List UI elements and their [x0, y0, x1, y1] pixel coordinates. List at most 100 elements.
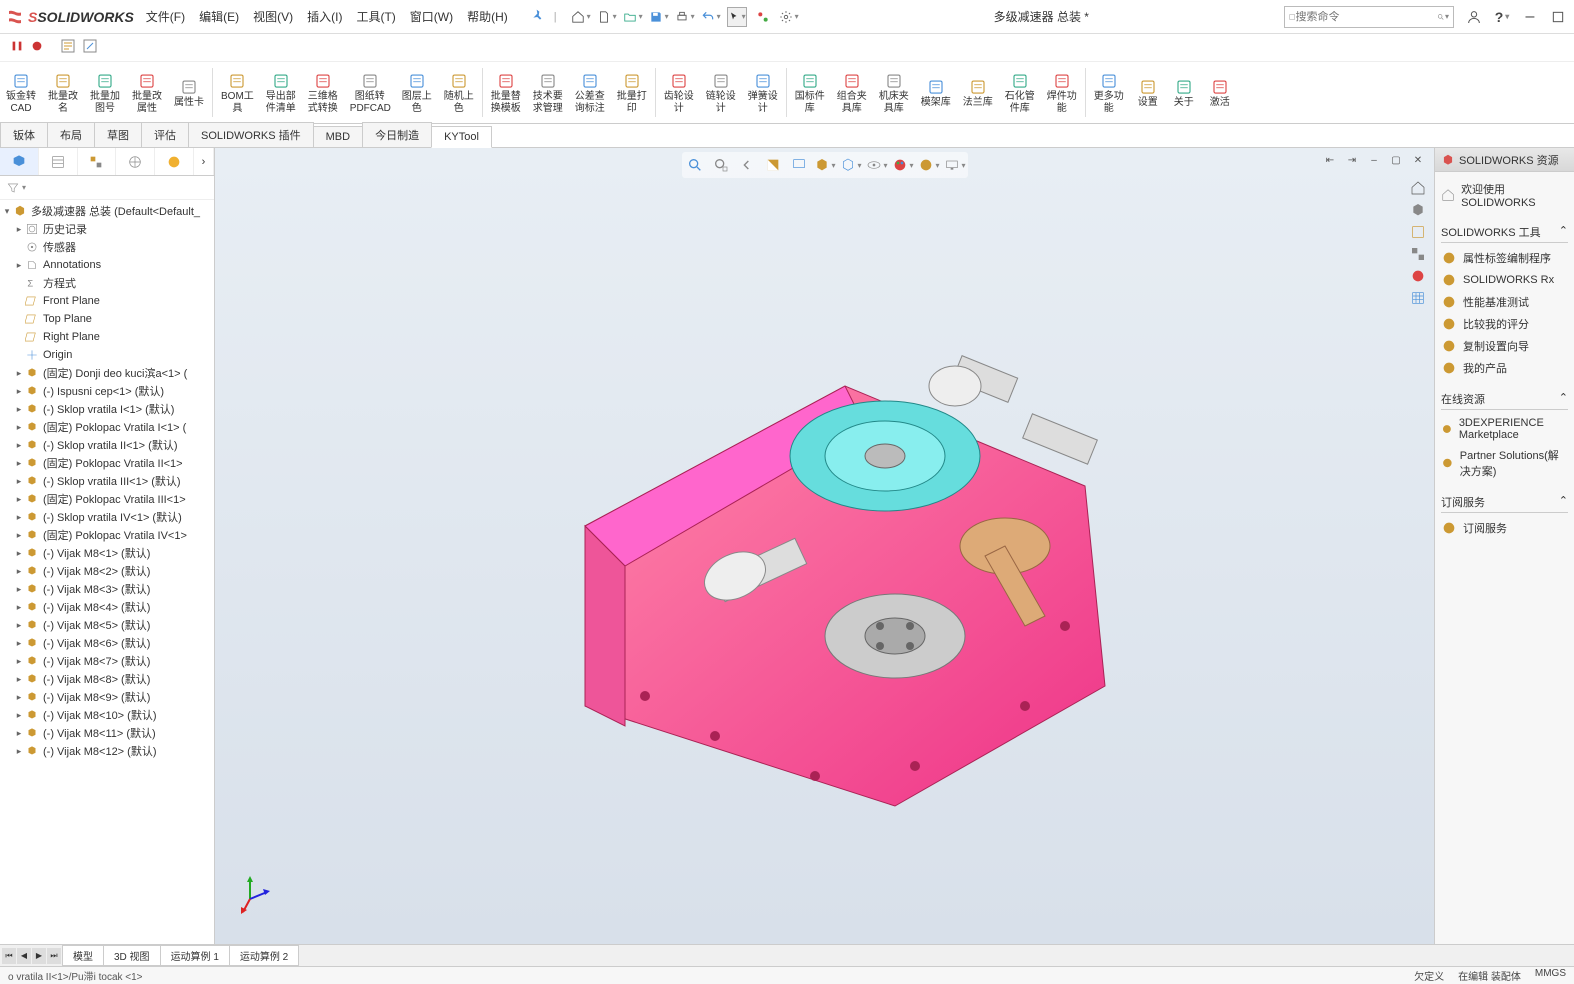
ribbon-BOM工具[interactable]: BOM工 具	[215, 62, 260, 123]
ribbon-组合夹具库[interactable]: 组合夹 具库	[831, 62, 873, 123]
view-orientation-icon[interactable]	[814, 154, 836, 176]
ribbon-随机上色[interactable]: 随机上 色	[438, 62, 480, 123]
edit-appearance-icon[interactable]	[892, 154, 914, 176]
side-appearance-icon[interactable]	[1408, 266, 1428, 286]
dimxpert-tab[interactable]	[116, 148, 155, 175]
tree-item[interactable]: ▸Annotations	[0, 256, 214, 274]
welcome-link[interactable]: 欢迎使用 SOLIDWORKS	[1441, 178, 1568, 212]
task-pane-header[interactable]: SOLIDWORKS 资源	[1435, 148, 1574, 172]
new-doc-icon[interactable]	[597, 7, 617, 27]
ribbon-模架库[interactable]: 模架库	[915, 62, 957, 123]
macro-script-icon[interactable]	[60, 38, 76, 57]
tree-item[interactable]: ▸(-) Vijak M8<5> (默认)	[0, 616, 214, 634]
tree-item[interactable]: ▸(-) Sklop vratila II<1> (默认)	[0, 436, 214, 454]
macro-edit-icon[interactable]	[82, 38, 98, 57]
ribbon-三维格式转换[interactable]: 三维格 式转换	[302, 62, 344, 123]
panel-expand-icon[interactable]: ›	[194, 148, 214, 175]
tree-item[interactable]: ▸(-) Vijak M8<2> (默认)	[0, 562, 214, 580]
ribbon-批量改名[interactable]: 批量改 名	[42, 62, 84, 123]
tree-item[interactable]: 传感器	[0, 238, 214, 256]
nav-next-icon[interactable]: ▶	[32, 948, 46, 964]
tab-草图[interactable]: 草图	[94, 122, 142, 147]
tree-item[interactable]: ▸(-) Vijak M8<1> (默认)	[0, 544, 214, 562]
ribbon-批量替换模板[interactable]: 批量替 换模板	[485, 62, 527, 123]
tree-item[interactable]: ▸(-) Vijak M8<6> (默认)	[0, 634, 214, 652]
tree-item[interactable]: ▸(-) Vijak M8<4> (默认)	[0, 598, 214, 616]
search-input[interactable]	[1295, 11, 1437, 23]
menu-窗口[interactable]: 窗口(W)	[410, 8, 453, 25]
task-item[interactable]: 我的产品	[1441, 357, 1568, 379]
nav-first-icon[interactable]: ⏮	[2, 948, 16, 964]
minimize-icon[interactable]: –	[1520, 7, 1540, 27]
search-box[interactable]: ▾	[1284, 6, 1454, 28]
display-style-icon[interactable]	[840, 154, 862, 176]
zoom-fit-icon[interactable]	[684, 154, 706, 176]
tab-今日制造[interactable]: 今日制造	[362, 122, 432, 147]
tree-item[interactable]: Top Plane	[0, 310, 214, 328]
ribbon-国标件库[interactable]: 国标件 库	[789, 62, 831, 123]
tree-item[interactable]: ▸(-) Ispusni cep<1> (默认)	[0, 382, 214, 400]
tab-布局[interactable]: 布局	[47, 122, 95, 147]
task-item[interactable]: 复制设置向导	[1441, 335, 1568, 357]
section-view-icon[interactable]	[762, 154, 784, 176]
menu-工具[interactable]: 工具(T)	[356, 8, 395, 25]
ribbon-激活[interactable]: 激活	[1202, 62, 1238, 123]
ribbon-更多功能[interactable]: 更多功 能	[1088, 62, 1130, 123]
ribbon-法兰库[interactable]: 法兰库	[957, 62, 999, 123]
property-manager-tab[interactable]	[39, 148, 78, 175]
vp-minimize-icon[interactable]: –	[1364, 152, 1384, 168]
ribbon-机床夹具库[interactable]: 机床夹 具库	[873, 62, 915, 123]
select-icon[interactable]	[727, 7, 747, 27]
menu-编辑[interactable]: 编辑(E)	[199, 8, 239, 25]
ribbon-公差查询标注[interactable]: 公差查 询标注	[569, 62, 611, 123]
side-home-icon[interactable]	[1408, 178, 1428, 198]
vp-expand-icon[interactable]: ⇥	[1342, 152, 1362, 168]
vp-collapse-icon[interactable]: ⇤	[1320, 152, 1340, 168]
bottom-tab-运动算例 2[interactable]: 运动算例 2	[229, 945, 299, 966]
task-item[interactable]: Partner Solutions(解决方案)	[1441, 444, 1568, 482]
ribbon-石化管件库[interactable]: 石化管 件库	[999, 62, 1041, 123]
filter-bar[interactable]: ▾	[0, 176, 214, 200]
zoom-area-icon[interactable]	[710, 154, 732, 176]
apply-scene-icon[interactable]	[918, 154, 940, 176]
tab-评估[interactable]: 评估	[141, 122, 189, 147]
tree-item[interactable]: ▸(-) Sklop vratila I<1> (默认)	[0, 400, 214, 418]
task-item[interactable]: 属性标签编制程序	[1441, 247, 1568, 269]
side-views-icon[interactable]	[1408, 244, 1428, 264]
menu-帮助[interactable]: 帮助(H)	[467, 8, 508, 25]
feature-tree-tab[interactable]	[0, 148, 39, 175]
graphics-viewport[interactable]: ⇤ ⇥ – ▢ ✕	[215, 148, 1434, 944]
tree-item[interactable]: Right Plane	[0, 328, 214, 346]
tree-item[interactable]: ▸(-) Vijak M8<7> (默认)	[0, 652, 214, 670]
task-item[interactable]: SOLIDWORKS Rx	[1441, 269, 1568, 291]
nav-prev-icon[interactable]: ◀	[17, 948, 31, 964]
open-icon[interactable]	[623, 7, 643, 27]
tab-KYTool[interactable]: KYTool	[431, 126, 492, 148]
rebuild-icon[interactable]	[753, 7, 773, 27]
ribbon-图纸转PDF[interactable]: 图纸转 PDFCAD	[344, 62, 396, 123]
ribbon-图层上色[interactable]: 图层上 色	[396, 62, 438, 123]
save-icon[interactable]	[649, 7, 669, 27]
tree-item[interactable]: ▸(-) Vijak M8<12> (默认)	[0, 742, 214, 760]
tree-item[interactable]: ▸(固定) Donji deo kuci滨a<1> (	[0, 364, 214, 382]
tree-item[interactable]: ▸(-) Sklop vratila III<1> (默认)	[0, 472, 214, 490]
menu-插入[interactable]: 插入(I)	[307, 8, 342, 25]
tree-item[interactable]: ▸(-) Vijak M8<10> (默认)	[0, 706, 214, 724]
side-decal-icon[interactable]	[1408, 288, 1428, 308]
undo-icon[interactable]	[701, 7, 721, 27]
tree-item[interactable]: ▸历史记录	[0, 220, 214, 238]
ribbon-批量加图号[interactable]: 批量加 图号	[84, 62, 126, 123]
menu-视图[interactable]: 视图(V)	[253, 8, 293, 25]
dynamic-annotation-icon[interactable]	[788, 154, 810, 176]
ribbon-焊件功能[interactable]: 焊件功 能	[1041, 62, 1083, 123]
search-icon[interactable]	[1437, 10, 1445, 24]
vp-close-icon[interactable]: ✕	[1408, 152, 1428, 168]
bottom-tab-运动算例 1[interactable]: 运动算例 1	[160, 945, 230, 966]
vp-maximize-icon[interactable]: ▢	[1386, 152, 1406, 168]
previous-view-icon[interactable]	[736, 154, 758, 176]
ribbon-齿轮设计[interactable]: 齿轮设 计	[658, 62, 700, 123]
tree-item[interactable]: ▸(-) Vijak M8<3> (默认)	[0, 580, 214, 598]
task-item[interactable]: 订阅服务	[1441, 517, 1568, 539]
menu-文件[interactable]: 文件(F)	[146, 8, 185, 25]
ribbon-批量打印[interactable]: 批量打 印	[611, 62, 653, 123]
